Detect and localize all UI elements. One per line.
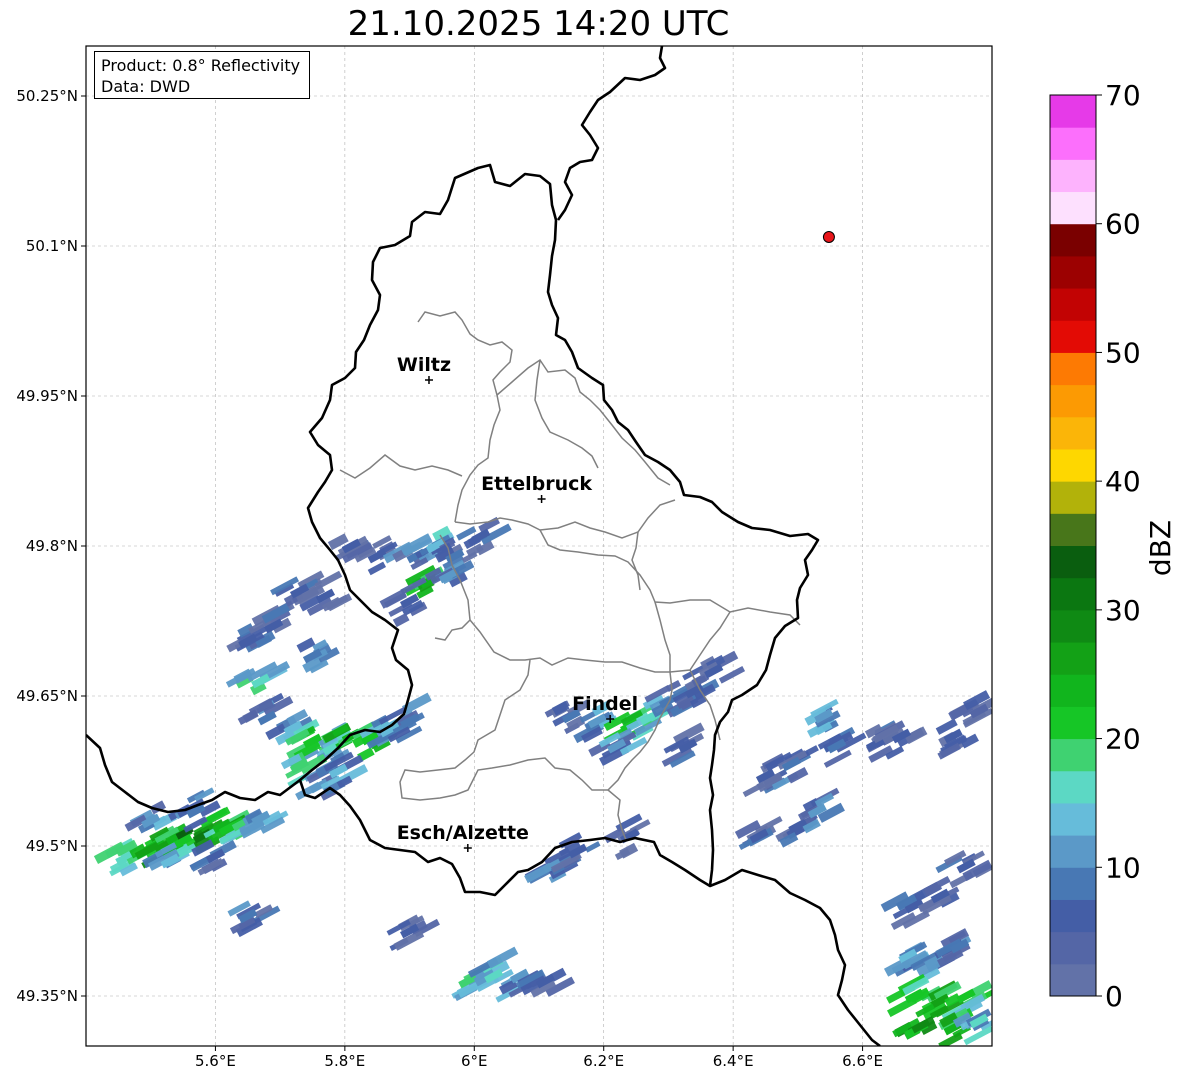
lat-tick-label: 49.35°N	[16, 987, 78, 1005]
colorbar-swatch	[1050, 159, 1096, 193]
colorbar-swatch	[1050, 416, 1096, 450]
lon-tick-label: 6.4°E	[713, 1052, 754, 1070]
colorbar-swatch	[1050, 835, 1096, 868]
colorbar-swatch	[1050, 899, 1096, 933]
colorbar-swatch	[1050, 127, 1096, 160]
colorbar-swatch	[1050, 448, 1096, 482]
colorbar: 0 10 20 30 40 50 60 70	[1049, 79, 1141, 1013]
product-info-box: Product: 0.8° Reflectivity Data: DWD	[94, 51, 310, 99]
colorbar-swatch	[1050, 706, 1096, 740]
colorbar-swatch	[1050, 674, 1096, 707]
colorbar-swatch	[1050, 963, 1096, 997]
lat-tick-label: 49.8°N	[26, 537, 78, 555]
colorbar-swatch	[1050, 320, 1096, 353]
colorbar-tick-label: 30	[1105, 594, 1141, 627]
lat-tick-label: 49.5°N	[26, 837, 78, 855]
colorbar-swatch	[1050, 191, 1096, 225]
lon-tick-label: 5.8°E	[324, 1052, 365, 1070]
colorbar-swatch	[1050, 802, 1096, 836]
colorbar-tick-label: 20	[1105, 723, 1141, 756]
colorbar-swatch	[1050, 255, 1096, 289]
colorbar-swatch	[1050, 223, 1096, 257]
lon-tick-label: 6.2°E	[583, 1052, 624, 1070]
colorbar-swatch	[1050, 352, 1096, 386]
lat-tick-label: 49.95°N	[16, 387, 78, 405]
colorbar-tick-label: 50	[1105, 336, 1141, 369]
lon-tick-label: 6.6°E	[842, 1052, 883, 1070]
product-label: Product: 0.8° Reflectivity	[101, 56, 301, 75]
colorbar-tick-label: 70	[1105, 79, 1141, 112]
data-source-label: Data: DWD	[101, 77, 191, 96]
radar-map-figure: Wiltz Ettelbruck Findel Esch/Alzette 5.6°E 5…	[16, 45, 1177, 1070]
colorbar-swatch	[1050, 513, 1096, 546]
colorbar-swatch	[1050, 642, 1096, 675]
radar-site-marker	[822, 231, 835, 243]
colorbar-swatch	[1050, 738, 1096, 772]
colorbar-swatch	[1050, 481, 1096, 514]
colorbar-label: dBZ	[1144, 520, 1177, 576]
city-label: Wiltz	[397, 354, 451, 376]
colorbar-swatch	[1050, 770, 1096, 804]
colorbar-tick-label: 10	[1105, 851, 1141, 884]
colorbar-swatch	[1050, 931, 1096, 965]
lon-tick-label: 5.6°E	[195, 1052, 236, 1070]
colorbar-swatch	[1050, 95, 1096, 128]
lat-tick-label: 50.25°N	[16, 87, 78, 105]
colorbar-swatch	[1050, 867, 1096, 900]
colorbar-tick-label: 0	[1105, 980, 1123, 1013]
city-label: Findel	[572, 693, 638, 715]
city-label: Esch/Alzette	[397, 822, 529, 844]
colorbar-swatch	[1050, 288, 1096, 321]
lat-tick-label: 49.65°N	[16, 687, 78, 705]
colorbar-tick-label: 60	[1105, 208, 1141, 241]
colorbar-swatch	[1050, 384, 1096, 418]
colorbar-tick-label: 40	[1105, 465, 1141, 498]
lat-tick-label: 50.1°N	[26, 237, 78, 255]
colorbar-swatch	[1050, 577, 1096, 611]
lon-tick-label: 6°E	[461, 1052, 488, 1070]
colorbar-swatch	[1050, 545, 1096, 579]
colorbar-swatch	[1050, 609, 1096, 643]
city-label: Ettelbruck	[481, 473, 592, 495]
